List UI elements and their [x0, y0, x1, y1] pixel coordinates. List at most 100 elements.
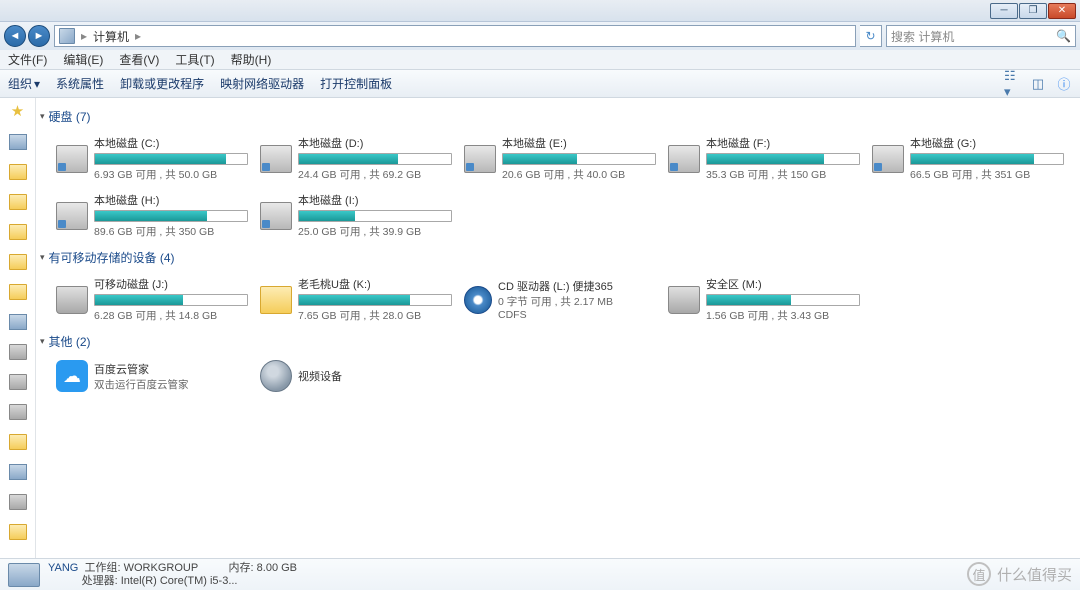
collapse-icon[interactable]: ▾: [40, 111, 45, 122]
breadcrumb-separator: ▸: [135, 29, 141, 43]
address-bar: ◄ ► ▸ 计算机 ▸ ↻ 搜索 计算机 🔍: [0, 22, 1080, 50]
map-network-drive-button[interactable]: 映射网络驱动器: [220, 75, 304, 92]
menu-file[interactable]: 文件(F): [4, 49, 51, 70]
drive-label: 本地磁盘 (F:): [706, 135, 860, 151]
folder-icon[interactable]: [9, 434, 27, 450]
hdd-icon: [872, 145, 904, 173]
drive-filesystem: CDFS: [498, 309, 656, 321]
monitor-icon[interactable]: [9, 464, 27, 480]
drive-stats: 24.4 GB 可用 , 共 69.2 GB: [298, 167, 452, 182]
drive-item[interactable]: 本地磁盘 (C:) 6.93 GB 可用 , 共 50.0 GB: [54, 131, 250, 186]
computer-large-icon: [8, 563, 40, 587]
hdd-icon: [56, 202, 88, 230]
drive-item[interactable]: 安全区 (M:) 1.56 GB 可用 , 共 3.43 GB: [666, 272, 862, 327]
menu-bar: 文件(F) 编辑(E) 查看(V) 工具(T) 帮助(H): [0, 50, 1080, 70]
cd-icon: [464, 286, 492, 314]
system-properties-button[interactable]: 系统属性: [56, 75, 104, 92]
breadcrumb-location[interactable]: 计算机: [93, 28, 129, 45]
drive-label: 本地磁盘 (D:): [298, 135, 452, 151]
folder-icon[interactable]: [9, 524, 27, 540]
drive-label: 本地磁盘 (C:): [94, 135, 248, 151]
drive-item[interactable]: 本地磁盘 (G:) 66.5 GB 可用 , 共 351 GB: [870, 131, 1066, 186]
minimize-button[interactable]: ─: [990, 3, 1018, 19]
folder-icon[interactable]: [9, 254, 27, 270]
usb-icon: [668, 286, 700, 314]
help-icon[interactable]: ⓘ: [1056, 76, 1072, 92]
window-titlebar: ─ ❐ ✕: [0, 0, 1080, 22]
computer-icon[interactable]: [9, 314, 27, 330]
uninstall-programs-button[interactable]: 卸载或更改程序: [120, 75, 204, 92]
capacity-bar: [706, 153, 860, 165]
cpu-value: Intel(R) Core(TM) i5-3...: [121, 575, 238, 587]
camera-icon: [260, 360, 292, 392]
collapse-icon[interactable]: ▾: [40, 336, 45, 347]
usb-icon: [56, 286, 88, 314]
drive-item[interactable]: 本地磁盘 (D:) 24.4 GB 可用 , 共 69.2 GB: [258, 131, 454, 186]
section-header-removable[interactable]: ▾ 有可移动存储的设备 (4): [40, 247, 1076, 268]
menu-edit[interactable]: 编辑(E): [59, 49, 107, 70]
drive-label: 可移动磁盘 (J:): [94, 276, 248, 292]
drive-stats: 7.65 GB 可用 , 共 28.0 GB: [298, 308, 452, 323]
forward-button[interactable]: ►: [28, 25, 50, 47]
drive-item[interactable]: 本地磁盘 (E:) 20.6 GB 可用 , 共 40.0 GB: [462, 131, 658, 186]
capacity-bar: [298, 153, 452, 165]
view-options-icon[interactable]: ☷ ▾: [1004, 76, 1020, 92]
folder-icon: [260, 286, 292, 314]
open-control-panel-button[interactable]: 打开控制面板: [320, 75, 392, 92]
folder-icon[interactable]: [9, 224, 27, 240]
drive-item[interactable]: 本地磁盘 (F:) 35.3 GB 可用 , 共 150 GB: [666, 131, 862, 186]
hdd-icon: [260, 202, 292, 230]
other-item[interactable]: ☁ 百度云管家 双击运行百度云管家: [54, 356, 250, 396]
computer-name: YANG: [48, 562, 78, 574]
maximize-button[interactable]: ❐: [1019, 3, 1047, 19]
drive-stats: 89.6 GB 可用 , 共 350 GB: [94, 224, 248, 239]
capacity-bar: [706, 294, 860, 306]
section-header-other[interactable]: ▾ 其他 (2): [40, 331, 1076, 352]
drive-item[interactable]: 本地磁盘 (I:) 25.0 GB 可用 , 共 39.9 GB: [258, 188, 454, 243]
drive-stats: 6.28 GB 可用 , 共 14.8 GB: [94, 308, 248, 323]
close-button[interactable]: ✕: [1048, 3, 1076, 19]
back-button[interactable]: ◄: [4, 25, 26, 47]
folder-icon[interactable]: [9, 194, 27, 210]
drive-label: 本地磁盘 (E:): [502, 135, 656, 151]
drive-stats: 20.6 GB 可用 , 共 40.0 GB: [502, 167, 656, 182]
other-item[interactable]: 视频设备: [258, 356, 454, 396]
capacity-bar: [94, 294, 248, 306]
preview-pane-icon[interactable]: ◫: [1030, 76, 1046, 92]
drive-label: 安全区 (M:): [706, 276, 860, 292]
drive-stats: 25.0 GB 可用 , 共 39.9 GB: [298, 224, 452, 239]
drive-icon[interactable]: [9, 344, 27, 360]
baidu-cloud-icon: ☁: [56, 360, 88, 392]
collapse-icon[interactable]: ▾: [40, 252, 45, 263]
drive-item[interactable]: 本地磁盘 (H:) 89.6 GB 可用 , 共 350 GB: [54, 188, 250, 243]
menu-help[interactable]: 帮助(H): [227, 49, 276, 70]
drive-label: CD 驱动器 (L:) 便捷365: [498, 278, 656, 294]
menu-tools[interactable]: 工具(T): [171, 49, 218, 70]
refresh-button[interactable]: ↻: [860, 25, 882, 47]
hdd-icon: [668, 145, 700, 173]
drive-item[interactable]: 可移动磁盘 (J:) 6.28 GB 可用 , 共 14.8 GB: [54, 272, 250, 327]
item-description: 双击运行百度云管家: [94, 377, 248, 392]
desktop-icon[interactable]: [9, 134, 27, 150]
item-label: 百度云管家: [94, 361, 248, 377]
address-field[interactable]: ▸ 计算机 ▸: [54, 25, 856, 47]
search-input[interactable]: 搜索 计算机 🔍: [886, 25, 1076, 47]
drive-item[interactable]: 老毛桃U盘 (K:) 7.65 GB 可用 , 共 28.0 GB: [258, 272, 454, 327]
search-icon: 🔍: [1056, 29, 1071, 43]
search-placeholder: 搜索 计算机: [891, 28, 954, 45]
organize-button[interactable]: 组织 ▾: [8, 75, 40, 92]
folder-icon[interactable]: [9, 284, 27, 300]
section-header-hdd[interactable]: ▾ 硬盘 (7): [40, 106, 1076, 127]
hdd-icon: [464, 145, 496, 173]
folder-icon[interactable]: [9, 164, 27, 180]
drive-icon[interactable]: [9, 374, 27, 390]
drive-icon[interactable]: [9, 494, 27, 510]
menu-view[interactable]: 查看(V): [115, 49, 163, 70]
drive-stats: 6.93 GB 可用 , 共 50.0 GB: [94, 167, 248, 182]
drive-icon[interactable]: [9, 404, 27, 420]
memory-value: 8.00 GB: [257, 562, 297, 574]
drive-item[interactable]: CD 驱动器 (L:) 便捷365 0 字节 可用 , 共 2.17 MB CD…: [462, 272, 658, 327]
drive-label: 老毛桃U盘 (K:): [298, 276, 452, 292]
favorites-icon[interactable]: ★: [11, 102, 24, 120]
navigation-pane[interactable]: ★: [0, 98, 36, 558]
